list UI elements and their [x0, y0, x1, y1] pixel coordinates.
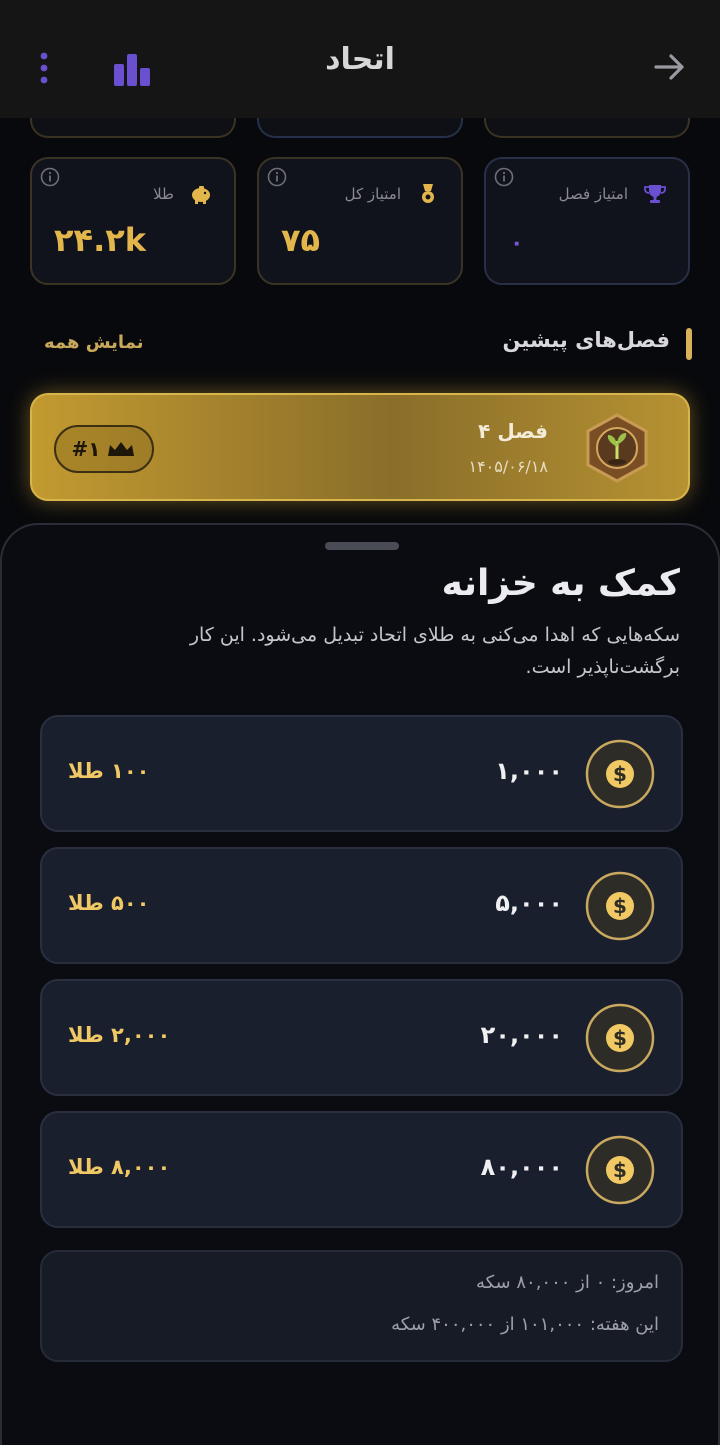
weekly-limit-text: این هفته: ۱۰۱,۰۰۰ از ۴۰۰,۰۰۰ سکه [391, 1314, 659, 1335]
stat-card-total-score: امتیاز کل ۷۵ [257, 157, 463, 285]
stat-card-season-score: امتیاز فصل ۰ [484, 157, 690, 285]
season-name: فصل ۴ [478, 419, 548, 443]
treasury-sheet: کمک به خزانه سکه‌هایی که اهدا می‌کنی به … [0, 523, 720, 1445]
coin-icon: $ [585, 1135, 655, 1205]
gold-reward: ۲,۰۰۰ طلا [68, 1023, 171, 1047]
coin-icon: $ [585, 1003, 655, 1073]
svg-text:$: $ [613, 1026, 627, 1050]
season-emblem-icon [586, 413, 648, 483]
top-bar: اتحاد [0, 0, 720, 118]
sheet-title: کمک به خزانه [441, 563, 680, 604]
donate-option-button[interactable]: $ ۱,۰۰۰ ۱۰۰ طلا [40, 715, 683, 832]
gold-reward: ۸,۰۰۰ طلا [68, 1155, 171, 1179]
crown-icon [108, 442, 135, 456]
page-title: اتحاد [325, 42, 395, 77]
coin-icon: $ [585, 739, 655, 809]
stat-label: امتیاز فصل [558, 185, 628, 203]
stat-card-gold: طلا ۲۴.۲k [30, 157, 236, 285]
section-accent-bar [686, 328, 692, 360]
donate-option-button[interactable]: $ ۵,۰۰۰ ۵۰۰ طلا [40, 847, 683, 964]
section-title: فصل‌های پیشین [502, 328, 671, 352]
season-date: ۱۴۰۵/۰۶/۱۸ [468, 457, 548, 476]
show-all-link[interactable]: نمایش همه [44, 332, 144, 353]
donate-option-button[interactable]: $ ۸۰,۰۰۰ ۸,۰۰۰ طلا [40, 1111, 683, 1228]
coin-amount: ۵,۰۰۰ [495, 889, 563, 917]
trophy-icon [644, 185, 666, 203]
coin-icon: $ [585, 871, 655, 941]
gold-reward: ۱۰۰ طلا [68, 759, 150, 783]
season-card[interactable]: فصل ۴ ۱۴۰۵/۰۶/۱۸ #۱ [30, 393, 690, 501]
sheet-drag-handle[interactable] [325, 542, 399, 550]
svg-text:$: $ [613, 894, 627, 918]
daily-limit-text: امروز: ۰ از ۸۰,۰۰۰ سکه [475, 1272, 659, 1293]
info-icon[interactable] [40, 167, 60, 187]
coin-amount: ۱,۰۰۰ [495, 757, 563, 785]
medal-icon [422, 184, 434, 203]
stat-label: طلا [153, 185, 174, 203]
more-options-icon[interactable] [38, 52, 50, 84]
stat-value: ۷۵ [281, 221, 321, 259]
stat-label: امتیاز کل [344, 185, 401, 203]
sheet-description: سکه‌هایی که اهدا می‌کنی به طلای اتحاد تب… [189, 624, 680, 678]
info-icon[interactable] [267, 167, 287, 187]
svg-text:$: $ [613, 762, 627, 786]
info-icon[interactable] [494, 167, 514, 187]
rank-text: #۱ [71, 437, 101, 461]
donate-option-button[interactable]: $ ۲۰,۰۰۰ ۲,۰۰۰ طلا [40, 979, 683, 1096]
stat-value: ۲۴.۲k [54, 221, 147, 259]
gold-reward: ۵۰۰ طلا [68, 891, 150, 915]
piggy-bank-icon [192, 186, 210, 204]
back-arrow-icon[interactable] [652, 50, 686, 84]
svg-text:$: $ [613, 1158, 627, 1182]
coin-amount: ۲۰,۰۰۰ [480, 1021, 563, 1049]
leaderboard-chart-icon[interactable] [112, 52, 152, 86]
stat-value: ۰ [510, 231, 524, 256]
coin-amount: ۸۰,۰۰۰ [480, 1153, 563, 1181]
rank-badge: #۱ [54, 425, 154, 473]
donation-limits-box: امروز: ۰ از ۸۰,۰۰۰ سکه این هفته: ۱۰۱,۰۰۰… [40, 1250, 683, 1362]
